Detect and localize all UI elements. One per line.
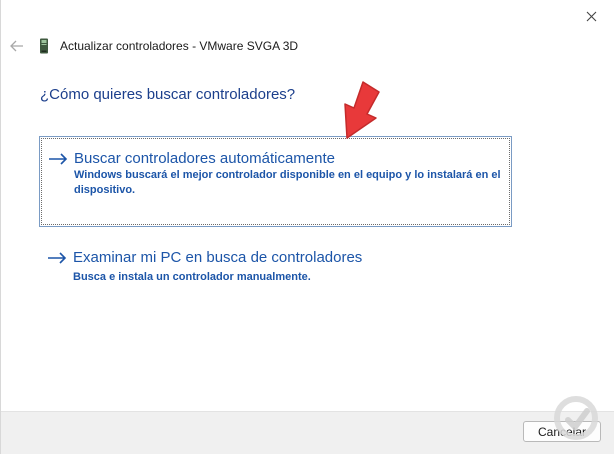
dialog-title-bar: Actualizar controladores - VMware SVGA 3… [39,37,298,55]
auto-search-option-header: Buscar controladores automáticamente [48,150,335,167]
dialog-title: Actualizar controladores - VMware SVGA 3… [60,39,299,53]
right-arrow-icon [47,251,67,265]
dialog-footer: Cancelar [1,411,614,454]
watermark-logo [554,396,598,440]
browse-pc-option[interactable]: Examinar mi PC en busca de controladores… [39,240,512,300]
search-question-heading: ¿Cómo quieres buscar controladores? [40,86,296,103]
browse-pc-option-title: Examinar mi PC en busca de controladores [73,249,363,266]
auto-search-option-description: Windows buscará el mejor controlador dis… [74,169,501,196]
browse-pc-option-description: Busca e instala un controlador manualmen… [73,271,311,283]
auto-search-option-title: Buscar controladores automáticamente [74,150,335,167]
back-button[interactable] [7,36,27,56]
back-arrow-icon [10,40,23,52]
device-icon [39,38,53,54]
red-pointer-arrow [344,81,380,139]
auto-search-option[interactable]: Buscar controladores automáticamente Win… [39,136,512,227]
update-drivers-dialog: Actualizar controladores - VMware SVGA 3… [0,0,614,454]
close-icon [586,11,596,21]
close-button[interactable] [568,0,614,32]
right-arrow-icon [48,152,68,166]
browse-pc-option-header: Examinar mi PC en busca de controladores [47,249,362,266]
